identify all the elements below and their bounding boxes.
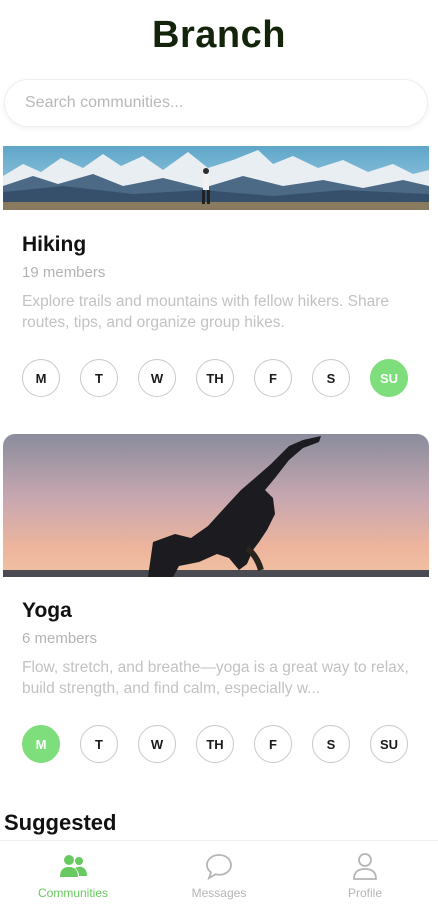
- day-m[interactable]: M: [22, 359, 60, 397]
- people-icon: [58, 851, 88, 881]
- search-input[interactable]: [5, 80, 427, 126]
- day-s[interactable]: S: [312, 359, 350, 397]
- tab-bar: Communities Messages Profile: [0, 840, 438, 918]
- day-selector: M T W TH F S SU: [22, 725, 408, 763]
- yoga-photo: [3, 434, 429, 577]
- community-title: Hiking: [22, 233, 87, 256]
- community-title: Yoga: [22, 599, 72, 622]
- tab-profile[interactable]: Profile: [292, 841, 438, 918]
- app-title: Branch: [152, 14, 286, 56]
- member-count: 6 members: [22, 630, 98, 647]
- day-su[interactable]: SU: [370, 359, 408, 397]
- day-w[interactable]: W: [138, 359, 176, 397]
- day-f[interactable]: F: [254, 725, 292, 763]
- day-t[interactable]: T: [80, 359, 118, 397]
- day-su[interactable]: SU: [370, 725, 408, 763]
- day-t[interactable]: T: [80, 725, 118, 763]
- community-card-yoga[interactable]: Yoga 6 members Flow, stretch, and breath…: [3, 434, 429, 774]
- community-list[interactable]: Hiking 19 members Explore trails and mou…: [0, 146, 438, 840]
- day-m[interactable]: M: [22, 725, 60, 763]
- chat-bubble-icon: [204, 851, 234, 881]
- day-th[interactable]: TH: [196, 725, 234, 763]
- tab-label: Messages: [191, 886, 247, 900]
- hiking-photo: [3, 146, 429, 210]
- suggested-heading: Suggested: [4, 810, 117, 835]
- search-bar[interactable]: [4, 79, 428, 127]
- person-icon: [350, 851, 380, 881]
- day-f[interactable]: F: [254, 359, 292, 397]
- community-description: Flow, stretch, and breathe—yoga is a gre…: [22, 659, 409, 697]
- tab-messages[interactable]: Messages: [146, 841, 292, 918]
- day-s[interactable]: S: [312, 725, 350, 763]
- tab-label: Profile: [347, 886, 382, 900]
- member-count: 19 members: [22, 264, 106, 281]
- day-th[interactable]: TH: [196, 359, 234, 397]
- day-selector: M T W TH F S SU: [22, 359, 408, 397]
- tab-label: Communities: [37, 886, 109, 900]
- day-w[interactable]: W: [138, 725, 176, 763]
- community-description: Explore trails and mountains with fellow…: [22, 293, 390, 331]
- community-card-hiking[interactable]: Hiking 19 members Explore trails and mou…: [3, 146, 429, 408]
- tab-communities[interactable]: Communities: [0, 841, 146, 918]
